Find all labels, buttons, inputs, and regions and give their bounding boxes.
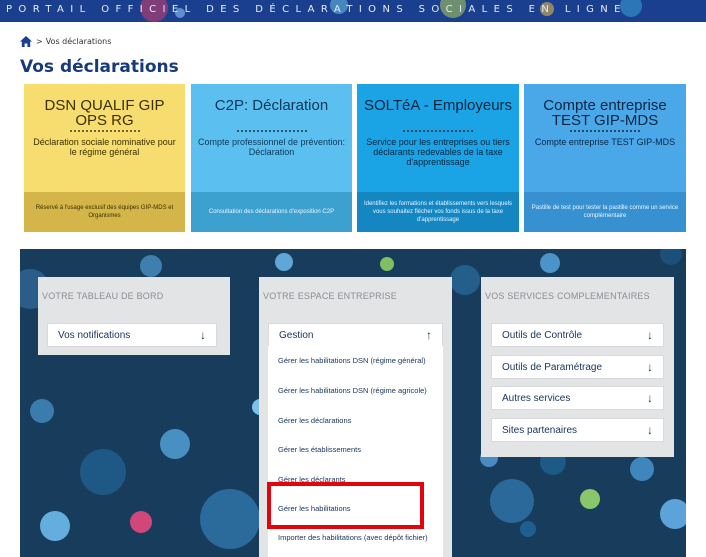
- portal-header: PORTAIL OFFICIEL DES DÉCLARATIONS SOCIAL…: [0, 0, 706, 22]
- tile-title: SOLTéA - Employeurs: [363, 97, 513, 114]
- tile-subtitle-wrap: Compte entreprise TEST GIP-MDS: [530, 130, 680, 147]
- arrow-up-icon: ↑: [426, 328, 432, 342]
- panel-title: VOTRE ESPACE ENTREPRISE: [263, 291, 397, 301]
- tile-footer: Consultation des déclarations d'expositi…: [191, 192, 352, 232]
- notifications-button[interactable]: Vos notifications ↓: [47, 323, 217, 347]
- decor-bubble: [130, 511, 152, 533]
- outils-controle-label: Outils de Contrôle: [502, 329, 583, 341]
- sites-partenaires-label: Sites partenaires: [502, 424, 578, 436]
- outils-controle-button[interactable]: Outils de Contrôle ↓: [491, 323, 664, 347]
- decor-bubble: [380, 257, 394, 271]
- tile-dots: [570, 130, 640, 136]
- decor-bubble: [660, 249, 682, 265]
- menu-item-gerer-declarations[interactable]: Gérer les déclarations: [278, 416, 428, 425]
- breadcrumb-current: Vos déclarations: [45, 37, 112, 46]
- decor-bubble: [200, 489, 260, 549]
- page-title: Vos déclarations: [20, 57, 179, 77]
- outils-parametrage-label: Outils de Paramétrage: [502, 361, 603, 373]
- notifications-label: Vos notifications: [58, 329, 131, 341]
- portal-title: PORTAIL OFFICIEL DES DÉCLARATIONS SOCIAL…: [6, 4, 627, 15]
- tile-compte-entreprise-test[interactable]: Compte entreprise TEST GIP-MDS Compte en…: [524, 84, 686, 232]
- tile-subtitle: Compte professionnel de prévention: Décl…: [197, 137, 346, 157]
- highlight-box: [267, 482, 424, 529]
- menu-item-habilitations-dsn-agricole[interactable]: Gérer les habilitations DSN (régime agri…: [278, 386, 428, 395]
- tile-soltea-employeurs[interactable]: SOLTéA - Employeurs Service pour les ent…: [357, 84, 519, 232]
- decor-bubble: [520, 521, 536, 537]
- menu-item-gerer-etablissements[interactable]: Gérer les établissements: [278, 445, 428, 454]
- tile-subtitle: Compte entreprise TEST GIP-MDS: [534, 137, 676, 147]
- tile-footer: Réservé à l'usage exclusif des équipes G…: [24, 192, 185, 232]
- arrow-down-icon: ↓: [647, 360, 653, 374]
- tile-subtitle: Service pour les entreprises ou tiers dé…: [366, 137, 510, 167]
- tile-dots: [403, 130, 473, 136]
- tile-dsn-qualif[interactable]: DSN QUALIF GIP OPS RG Déclaration social…: [24, 84, 185, 232]
- panel-tableau-de-bord: VOTRE TABLEAU DE BORD Vos notifications …: [38, 277, 230, 355]
- tile-subtitle: Déclaration sociale nominative pour le r…: [33, 137, 176, 157]
- decor-bubble: [275, 253, 293, 271]
- decor-bubble: [450, 265, 480, 295]
- sites-partenaires-button[interactable]: Sites partenaires ↓: [491, 418, 664, 442]
- tile-title: C2P: Déclaration: [214, 97, 329, 114]
- tile-title: Compte entreprise TEST GIP-MDS: [543, 97, 667, 129]
- outils-parametrage-button[interactable]: Outils de Paramétrage ↓: [491, 355, 664, 379]
- breadcrumb: > Vos déclarations: [20, 36, 111, 47]
- decor-bubble: [630, 457, 654, 481]
- gestion-label: Gestion: [279, 329, 314, 341]
- autres-services-label: Autres services: [502, 392, 571, 404]
- tile-footer: Identifiez les formations et établisseme…: [357, 192, 519, 232]
- arrow-down-icon: ↓: [647, 391, 653, 405]
- decor-bubble: [540, 253, 560, 273]
- decor-bubble: [580, 489, 600, 509]
- panel-title: VOS SERVICES COMPLEMENTAIRES: [485, 291, 650, 301]
- decor-bubble: [140, 255, 162, 277]
- autres-services-button[interactable]: Autres services ↓: [491, 386, 664, 410]
- tile-dots: [69, 130, 140, 136]
- arrow-down-icon: ↓: [200, 328, 206, 342]
- tile-subtitle-wrap: Compte professionnel de prévention: Décl…: [197, 130, 346, 157]
- decor-bubble: [40, 511, 70, 541]
- gestion-button[interactable]: Gestion ↑: [268, 323, 443, 347]
- tile-title: DSN QUALIF GIP OPS RG: [44, 97, 165, 129]
- panel-services-complementaires: VOS SERVICES COMPLEMENTAIRES Outils de C…: [481, 277, 674, 457]
- menu-item-importer-habilitations[interactable]: Importer des habilitations (avec dépôt f…: [278, 533, 428, 542]
- tile-footer: Pastille de test pour tester la pastille…: [524, 192, 686, 232]
- decor-bubble: [80, 449, 126, 495]
- home-icon[interactable]: [20, 36, 32, 47]
- decor-bubble: [660, 499, 686, 529]
- tile-dots: [236, 130, 307, 136]
- tile-subtitle-wrap: Déclaration sociale nominative pour le r…: [30, 130, 179, 157]
- menu-item-habilitations-dsn-general[interactable]: Gérer les habilitations DSN (régime géné…: [278, 356, 428, 365]
- arrow-down-icon: ↓: [647, 328, 653, 342]
- decor-bubble: [30, 399, 54, 423]
- decor-bubble: [490, 479, 534, 523]
- arrow-down-icon: ↓: [647, 423, 653, 437]
- panel-title: VOTRE TABLEAU DE BORD: [42, 291, 164, 301]
- breadcrumb-separator: >: [36, 37, 43, 46]
- tile-c2p-declaration[interactable]: C2P: Déclaration Compte professionnel de…: [191, 84, 352, 232]
- tile-subtitle-wrap: Service pour les entreprises ou tiers dé…: [363, 130, 513, 167]
- decor-bubble: [160, 429, 190, 459]
